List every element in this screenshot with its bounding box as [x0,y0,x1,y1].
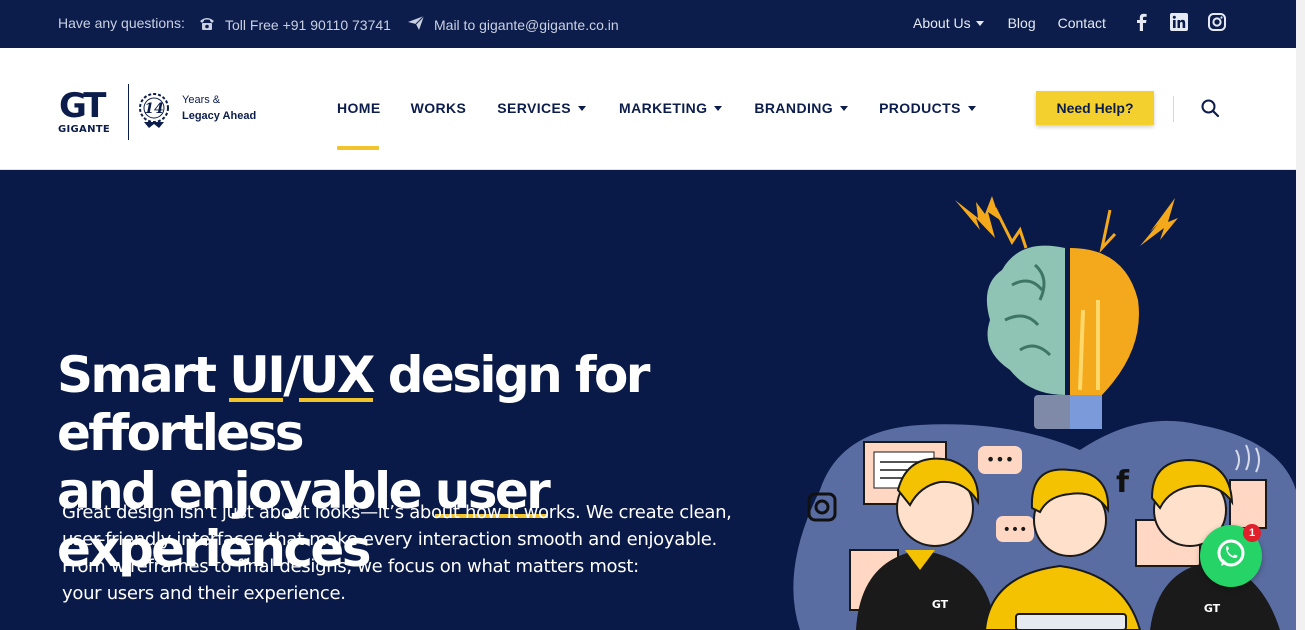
headline-highlight: UX [298,346,375,404]
chevron-down-icon [975,20,984,26]
send-icon [407,15,425,34]
nav-label-branding: BRANDING [754,100,834,116]
questions-label: Have any questions: [58,15,185,31]
notification-badge: 1 [1243,524,1261,542]
spark-icon [1099,198,1178,253]
nav-label-services: SERVICES [497,100,572,116]
mail-text: Mail to gigante@gigante.co.in [434,16,619,33]
facebook-icon: f [1116,465,1130,500]
instagram-icon[interactable] [1208,13,1226,31]
chevron-down-icon [840,105,849,111]
nav-item-products[interactable]: PRODUCTS [879,100,976,116]
need-help-button[interactable]: Need Help? [1036,91,1154,125]
contact-link[interactable]: Contact [1058,15,1106,31]
whatsapp-icon [1214,537,1248,576]
toll-free-link[interactable]: Toll Free +91 90110 73741 [198,15,391,34]
nav-label-marketing: MARKETING [619,100,708,116]
search-icon[interactable] [1201,99,1220,118]
gigante-logo[interactable]: GT GIGANTE 14 Years & Legacy Ahead [57,84,267,140]
main-nav: HOME WORKS SERVICES MARKETING BRANDING P… [337,100,976,150]
nav-item-marketing[interactable]: MARKETING [619,100,723,116]
hero-description: Great design isn’t just about looks—it’s… [62,499,742,607]
spark-icon [955,196,1028,249]
nav-label-works: WORKS [410,100,467,116]
facebook-icon[interactable] [1132,13,1150,31]
hero-description-line: From wireframes to final designs, we foc… [62,556,639,577]
svg-text:•••: ••• [1003,522,1028,538]
about-us-label: About Us [913,15,971,31]
headline-highlight: UI [229,346,286,404]
page: Have any questions: Toll Free +91 90110 … [0,0,1305,630]
phone-icon [198,15,216,34]
logo-years-number: 14 [144,101,163,117]
scrollbar[interactable] [1296,0,1305,630]
logo-mark: GT [59,86,107,126]
logo-tagline-1: Years & [182,94,221,106]
chevron-down-icon [578,105,587,111]
social-links [1132,13,1226,31]
mail-link[interactable]: Mail to gigante@gigante.co.in [407,15,619,34]
about-us-link[interactable]: About Us [913,15,984,31]
nav-item-branding[interactable]: BRANDING [754,100,849,116]
nav-item-services[interactable]: SERVICES [497,100,587,116]
nav-label-home: HOME [337,100,381,116]
svg-text:GT: GT [1204,602,1221,615]
hero-description-line: your users and their experience. [62,583,346,604]
nav-item-works[interactable]: WORKS [411,100,467,116]
active-indicator [337,146,379,150]
toll-free-text: Toll Free +91 90110 73741 [225,16,391,33]
logo-brand: GIGANTE [58,124,110,135]
headline-word: / [283,346,301,404]
top-contact-bar: Have any questions: Toll Free +91 90110 … [0,0,1296,48]
linkedin-icon[interactable] [1170,13,1188,31]
brain-icon [986,245,1065,395]
divider [1173,96,1174,122]
headline-word: Smart [57,346,217,404]
top-links: About Us Blog Contact [913,15,1106,31]
svg-text:GT: GT [932,598,949,611]
chevron-down-icon [714,105,723,111]
main-header: GT GIGANTE 14 Years & Legacy Ahead HOME [0,48,1296,170]
svg-text:•••: ••• [986,450,1014,469]
nav-item-home[interactable]: HOME [337,100,381,150]
nav-label-products: PRODUCTS [879,100,961,116]
hero-description-line: user-friendly interfaces that make every… [62,529,717,550]
chevron-down-icon [967,105,976,111]
blog-link[interactable]: Blog [1008,15,1036,31]
hero-description-line: Great design isn’t just about looks—it’s… [62,502,732,523]
logo-tagline-2: Legacy Ahead [182,110,256,122]
